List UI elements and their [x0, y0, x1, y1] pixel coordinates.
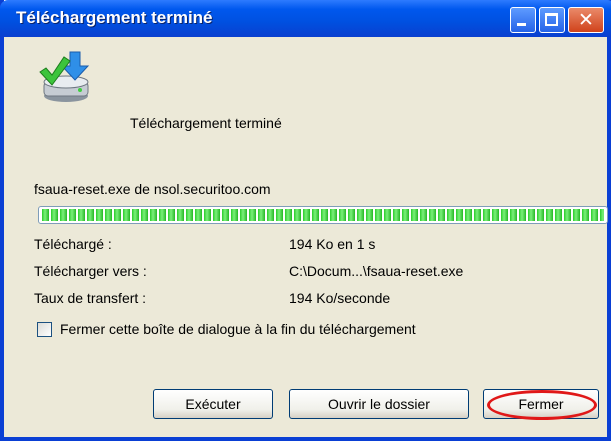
title-bar[interactable]: Téléchargement terminé ✕ — [0, 0, 611, 37]
close-icon: ✕ — [578, 9, 594, 31]
download-source: fsaua-reset.exe de nsol.securitoo.com — [34, 181, 271, 197]
window-title: Téléchargement terminé — [16, 8, 213, 27]
highlight-circle — [487, 390, 597, 420]
transfer-rate-label: Taux de transfert : — [34, 290, 147, 306]
downloaded-label: Téléchargé : — [34, 236, 112, 252]
download-complete-icon — [39, 51, 90, 102]
close-when-done-label[interactable]: Fermer cette boîte de dialogue à la fin … — [60, 321, 416, 337]
transfer-rate-value: 194 Ko/seconde — [289, 290, 391, 306]
downloaded-value: 194 Ko en 1 s — [289, 236, 376, 252]
open-folder-button[interactable]: Ouvrir le dossier — [289, 389, 469, 419]
minimize-button[interactable] — [510, 7, 536, 33]
header-text: Téléchargement terminé — [130, 115, 282, 131]
destination-value: C:\Docum...\fsaua-reset.exe — [289, 263, 464, 279]
progress-fill — [42, 209, 604, 221]
download-progress-bar — [38, 206, 608, 224]
download-complete-dialog: Téléchargement terminé ✕ Téléchargement … — [0, 0, 611, 441]
destination-label: Télécharger vers : — [34, 263, 147, 279]
close-window-button[interactable]: ✕ — [568, 7, 604, 33]
maximize-icon — [545, 13, 558, 26]
execute-button[interactable]: Exécuter — [153, 389, 273, 419]
minimize-icon — [517, 23, 526, 26]
close-when-done-checkbox[interactable] — [37, 322, 52, 337]
maximize-button[interactable] — [539, 7, 565, 33]
